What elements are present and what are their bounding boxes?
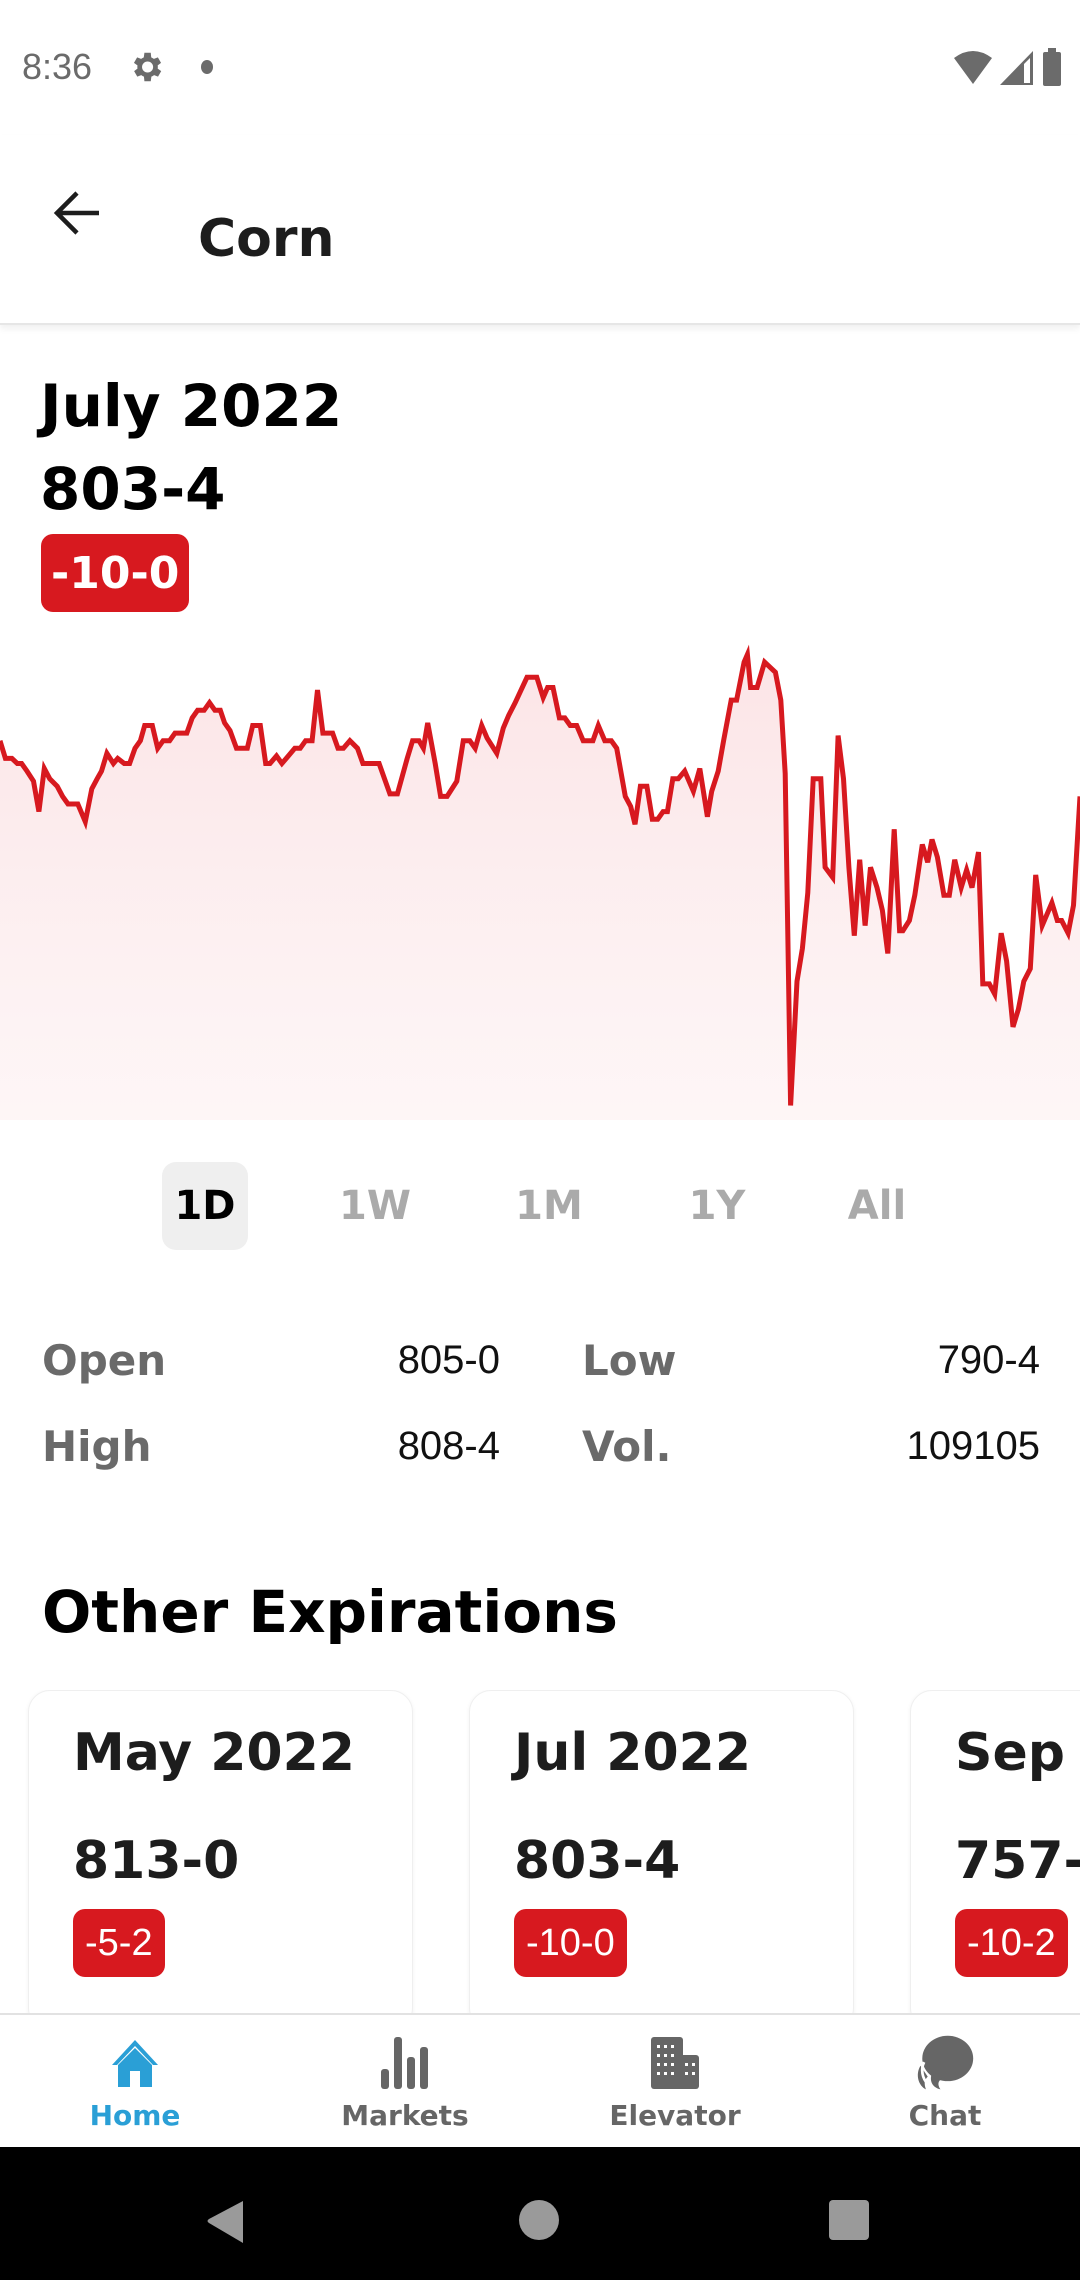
nav-label: Markets (341, 2099, 469, 2132)
vol-value: 109105 (906, 1424, 1040, 1468)
change-badge: -10-0 (41, 534, 190, 612)
status-time: 8:36 (22, 46, 93, 87)
nav-chat[interactable]: Chat (810, 2015, 1080, 2147)
tab-1m[interactable]: 1M (504, 1162, 594, 1250)
system-nav-bar (0, 2147, 1080, 2280)
expiration-card[interactable]: Jul 2022 803-4 -10-0 (469, 1690, 854, 2015)
expiration-card[interactable]: May 2022 813-0 -5-2 (28, 1690, 413, 2015)
battery-icon (1043, 48, 1061, 86)
open-value: 805-0 (397, 1338, 500, 1382)
high-value: 808-4 (397, 1424, 500, 1468)
expiration-change-badge: -5-2 (73, 1909, 165, 1977)
nav-label: Home (89, 2099, 181, 2132)
low-label: Low (582, 1336, 677, 1385)
notification-dot-icon (201, 60, 213, 74)
expiration-price: 803-4 (514, 1831, 681, 1891)
nav-markets[interactable]: Markets (270, 2015, 540, 2147)
tab-1d[interactable]: 1D (162, 1162, 248, 1250)
tab-all[interactable]: All (832, 1162, 922, 1250)
nav-label: Chat (908, 2099, 982, 2132)
back-button[interactable] (44, 180, 110, 246)
expiration-change-badge: -10-0 (514, 1909, 627, 1977)
high-label: High (42, 1422, 152, 1471)
bar-chart-icon (375, 2033, 435, 2093)
range-tabs: 1D 1W 1M 1Y All (0, 1162, 1080, 1252)
open-label: Open (42, 1336, 167, 1385)
contract-title: July 2022 (40, 372, 343, 440)
expiration-price: 757-6 (955, 1831, 1080, 1891)
vol-label: Vol. (582, 1422, 672, 1471)
page-title: Corn (198, 209, 335, 269)
nav-elevator[interactable]: Elevator (540, 2015, 810, 2147)
expirations-carousel[interactable]: May 2022 813-0 -5-2 Jul 2022 803-4 -10-0… (0, 1690, 1080, 2015)
section-title-other-expirations: Other Expirations (42, 1578, 618, 1646)
low-value: 790-4 (937, 1338, 1040, 1382)
wifi-icon (954, 51, 992, 84)
gear-icon (133, 52, 162, 82)
expiration-change-badge: -10-2 (955, 1909, 1068, 1977)
recents-square-icon[interactable] (828, 2199, 870, 2241)
arrow-left-icon (53, 191, 99, 235)
expiration-month: Sep 2 (955, 1723, 1080, 1783)
building-icon (645, 2033, 705, 2093)
tab-1y[interactable]: 1Y (672, 1162, 762, 1250)
chat-bubbles-icon (915, 2033, 975, 2093)
expiration-price: 813-0 (73, 1831, 240, 1891)
back-triangle-icon[interactable] (205, 2199, 245, 2245)
app-bar: Corn (0, 135, 1080, 325)
price-chart[interactable] (0, 630, 1080, 1120)
contract-price: 803-4 (40, 455, 226, 523)
nav-label: Elevator (609, 2099, 741, 2132)
expiration-month: Jul 2022 (514, 1723, 752, 1783)
status-icons (954, 48, 1062, 86)
nav-home[interactable]: Home (0, 2015, 270, 2147)
expiration-card[interactable]: Sep 2 757-6 -10-2 (910, 1690, 1080, 2015)
home-circle-icon[interactable] (518, 2199, 560, 2241)
bottom-nav: Home Markets Elevator Chat (0, 2013, 1080, 2147)
expiration-month: May 2022 (73, 1723, 355, 1783)
signal-icon (1000, 51, 1033, 85)
home-icon (105, 2033, 165, 2093)
status-bar: 8:36 (0, 0, 1080, 135)
tab-1w[interactable]: 1W (330, 1162, 420, 1250)
